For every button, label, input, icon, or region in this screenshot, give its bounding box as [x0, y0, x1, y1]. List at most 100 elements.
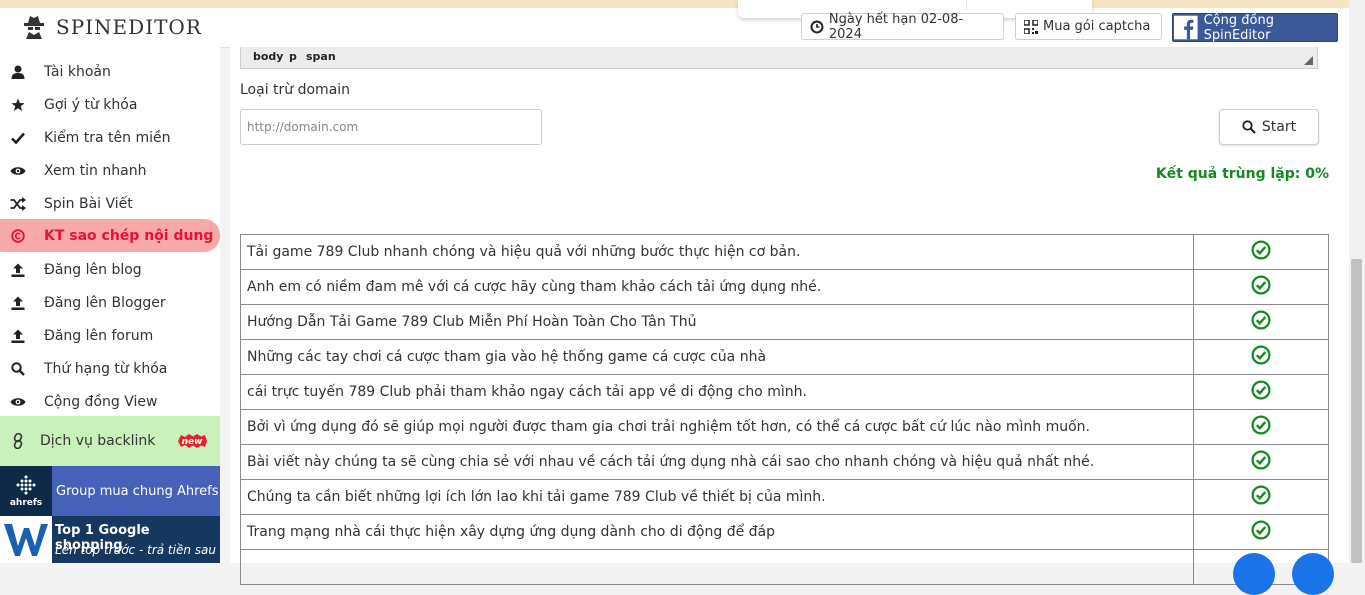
captcha-label: Mua gói captcha — [1043, 19, 1151, 34]
sidebar-item-label: Xem tin nhanh — [44, 162, 147, 179]
ahrefs-dots-icon — [16, 475, 36, 495]
path-element[interactable]: p — [289, 50, 297, 63]
status-cell — [1193, 479, 1329, 515]
search-icon — [1242, 120, 1256, 134]
sidebar-item-label: Thứ hạng từ khóa — [44, 360, 168, 377]
ahrefs-label: Group mua chung Ahrefs — [56, 483, 219, 499]
eye-icon — [8, 396, 28, 408]
spy-logo-icon — [24, 16, 44, 39]
check-circle-icon — [1251, 415, 1271, 439]
sentence-cell: cái trực tuyến 789 Club phải tham khảo n… — [240, 374, 1194, 410]
path-element[interactable]: span — [306, 50, 336, 63]
status-cell — [1193, 514, 1329, 550]
editor-path-bar: body p span — [240, 47, 1318, 69]
community-label: Cộng đồng SpinEditor — [1203, 12, 1274, 43]
sidebar-item-label: Spin Bài Viết — [44, 195, 133, 212]
link-icon — [8, 433, 28, 449]
sidebar-item-spin-article[interactable]: Spin Bài Viết — [0, 187, 220, 220]
table-row: cái trực tuyến 789 Club phải tham khảo n… — [240, 374, 1329, 410]
start-label: Start — [1261, 119, 1297, 135]
table-row: Bởi vì ứng dụng đó sẽ giúp mọi người đượ… — [240, 409, 1329, 445]
check-circle-icon — [1251, 485, 1271, 509]
popup-divider — [966, 0, 967, 10]
sidebar-item-domain-check[interactable]: Kiểm tra tên miền — [0, 121, 220, 154]
sentence-cell — [240, 549, 1194, 585]
floating-action-button[interactable] — [1233, 553, 1275, 595]
check-icon — [8, 131, 28, 145]
search-icon — [8, 361, 28, 376]
sentence-cell: Trang mạng nhà cái thực hiện xây dựng ứn… — [240, 514, 1194, 550]
sentence-cell: Chúng ta cần biết những lợi ích lớn lao … — [240, 479, 1194, 515]
qr-code-icon — [1024, 19, 1038, 34]
status-cell — [1193, 269, 1329, 305]
page-scrollbar[interactable] — [1349, 0, 1365, 563]
sidebar-item-copy-check[interactable]: KT sao chép nội dung — [0, 219, 220, 252]
sidebar-item-post-blogger[interactable]: Đăng lên Blogger — [0, 286, 220, 319]
sidebar-item-label: Tài khoản — [44, 63, 111, 80]
table-row: Trang mạng nhà cái thực hiện xây dựng ứn… — [240, 514, 1329, 550]
new-badge-text: new — [182, 437, 204, 447]
check-circle-icon — [1251, 310, 1271, 334]
check-circle-icon — [1251, 275, 1271, 299]
logo[interactable]: SPINEDITOR — [22, 12, 202, 42]
scrollbar-thumb[interactable] — [1351, 259, 1362, 563]
upload-icon — [8, 263, 28, 277]
sidebar-item-label: Đăng lên Blogger — [44, 294, 166, 311]
sidebar-item-label: Đăng lên forum — [44, 327, 154, 344]
table-row: Anh em có niềm đam mê với cá cược hãy cù… — [240, 269, 1329, 305]
check-circle-icon — [1251, 240, 1271, 264]
sidebar-item-post-forum[interactable]: Đăng lên forum — [0, 319, 220, 352]
sidebar-item-label: KT sao chép nội dung — [44, 227, 214, 244]
community-facebook-button[interactable]: Cộng đồng SpinEditor — [1172, 12, 1338, 43]
path-element[interactable]: body — [253, 50, 283, 63]
sentence-cell: Bài viết này chúng ta sẽ cùng chia sẻ vớ… — [240, 444, 1194, 480]
ahrefs-logo: ahrefs — [0, 466, 52, 516]
sidebar-item-account[interactable]: Tài khoản — [0, 55, 220, 88]
clock-icon — [810, 20, 824, 33]
sidebar-item-keyword-suggest[interactable]: Gợi ý từ khóa — [0, 88, 220, 121]
check-circle-icon — [1251, 450, 1271, 474]
top-strip — [0, 0, 1365, 8]
status-cell — [1193, 234, 1329, 270]
resize-grip-icon[interactable] — [1304, 56, 1313, 65]
facebook-icon — [1174, 15, 1198, 40]
status-cell — [1193, 339, 1329, 375]
domain-input[interactable] — [240, 109, 542, 145]
sidebar-item-community-view[interactable]: Cộng đồng View — [0, 385, 220, 418]
star-icon — [8, 98, 28, 112]
upload-icon — [8, 296, 28, 310]
user-icon — [8, 65, 28, 79]
google-shopping-promo[interactable]: Top 1 Google shopping Lên top trước - tr… — [0, 516, 220, 563]
sidebar-item-label: Gợi ý từ khóa — [44, 96, 138, 113]
sentence-cell: Tải game 789 Club nhanh chóng và hiệu qu… — [240, 234, 1194, 270]
table-row: Tải game 789 Club nhanh chóng và hiệu qu… — [240, 234, 1329, 270]
sentence-cell: Những các tay chơi cá cược tham gia vào … — [240, 339, 1194, 375]
check-circle-icon — [1251, 380, 1271, 404]
eye-icon — [8, 165, 28, 177]
sidebar-item-quick-news[interactable]: Xem tin nhanh — [0, 154, 220, 187]
check-circle-icon — [1251, 345, 1271, 369]
sentence-cell: Anh em có niềm đam mê với cá cược hãy cù… — [240, 269, 1194, 305]
result-table: Tải game 789 Club nhanh chóng và hiệu qu… — [240, 234, 1329, 585]
main-content: body p span Loại trừ domain Start Kết qu… — [230, 47, 1349, 585]
buy-captcha-button[interactable]: Mua gói captcha — [1015, 13, 1162, 40]
w-logo-icon — [4, 523, 48, 556]
sidebar-item-post-blog[interactable]: Đăng lên blog — [0, 253, 220, 286]
table-row: Chúng ta cần biết những lợi ích lớn lao … — [240, 479, 1329, 515]
new-badge-icon: new — [178, 434, 207, 448]
status-cell — [1193, 304, 1329, 340]
floating-action-button[interactable] — [1292, 553, 1334, 595]
table-row: Hướng Dẫn Tải Game 789 Club Miễn Phí Hoà… — [240, 304, 1329, 340]
expiry-button[interactable]: Ngày hết hạn 02-08-2024 — [801, 11, 1004, 42]
sidebar-item-keyword-rank[interactable]: Thứ hạng từ khóa — [0, 352, 220, 385]
sidebar-item-backlink[interactable]: Dịch vụ backlink new — [0, 416, 220, 466]
sentence-cell: Bởi vì ứng dụng đó sẽ giúp mọi người đượ… — [240, 409, 1194, 445]
upload-icon — [8, 329, 28, 343]
start-button[interactable]: Start — [1219, 109, 1319, 145]
expiry-label: Ngày hết hạn 02-08-2024 — [828, 11, 964, 42]
google-promo-subtitle: Lên top trước - trả tiền sau — [55, 543, 216, 557]
sidebar-item-label: Cộng đồng View — [44, 393, 158, 410]
status-cell — [1193, 374, 1329, 410]
duplicate-result: Kết quả trùng lặp: 0% — [1155, 166, 1329, 182]
ahrefs-promo[interactable]: ahrefs Group mua chung Ahrefs — [0, 466, 220, 516]
